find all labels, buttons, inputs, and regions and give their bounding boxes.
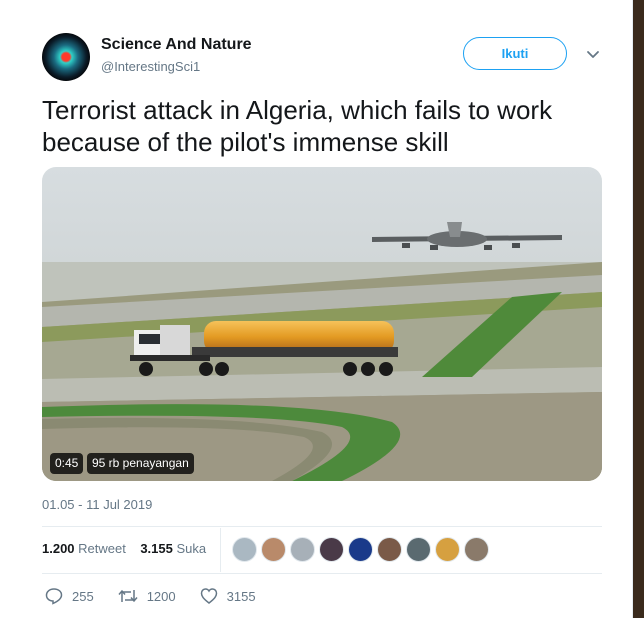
tweet-text: Terrorist attack in Algeria, which fails… (42, 95, 553, 157)
liker-avatar[interactable] (348, 537, 373, 562)
divider-bottom (42, 573, 602, 574)
retweets-count: 1.200 (42, 541, 75, 556)
liker-avatar[interactable] (464, 537, 489, 562)
default-avatar-icon[interactable] (232, 537, 257, 562)
heart-icon (200, 588, 217, 604)
follow-button-label: Ikuti (501, 46, 529, 61)
liker-avatar[interactable] (377, 537, 402, 562)
stats-separator (220, 528, 221, 572)
author-handle[interactable]: @InterestingSci1 (101, 59, 200, 74)
retweet-count: 1200 (146, 588, 176, 604)
retweets-label: Retweet (78, 541, 126, 556)
reply-count: 255 (72, 588, 94, 604)
likes-label: Suka (176, 541, 207, 556)
retweet-icon (118, 589, 138, 603)
likers-avatars (232, 537, 493, 562)
engagement-stats: 1.200 Retweet 3.155 Suka (42, 541, 206, 556)
divider-top (42, 526, 602, 527)
video-frame (42, 167, 602, 481)
like-count: 3155 (226, 588, 256, 604)
video-player[interactable] (42, 167, 602, 481)
retweets-stat[interactable]: 1.200 Retweet (42, 541, 126, 556)
reply-action[interactable]: 255 (45, 587, 94, 605)
liker-avatar[interactable] (435, 537, 460, 562)
liker-avatar[interactable] (406, 537, 431, 562)
author-name[interactable]: Science And Nature (101, 36, 252, 54)
retweet-action[interactable]: 1200 (118, 587, 176, 605)
liker-avatar[interactable] (290, 537, 315, 562)
tweet-actions: 255 1200 3155 (45, 587, 280, 605)
like-action[interactable]: 3155 (200, 587, 256, 605)
chevron-down-icon[interactable] (584, 48, 602, 62)
follow-button[interactable]: Ikuti (463, 37, 567, 70)
likes-stat[interactable]: 3.155 Suka (140, 541, 206, 556)
video-views-badge: 95 rb penayangan (87, 453, 194, 474)
reply-icon (45, 588, 63, 605)
tweet-timestamp[interactable]: 01.05 - 11 Jul 2019 (42, 497, 152, 512)
video-duration-badge: 0:45 (50, 453, 84, 474)
liker-avatar[interactable] (319, 537, 344, 562)
author-avatar[interactable] (42, 33, 90, 81)
tweet-card: Science And Nature @InterestingSci1 Ikut… (0, 0, 633, 618)
likes-count: 3.155 (140, 541, 173, 556)
liker-avatar[interactable] (261, 537, 286, 562)
